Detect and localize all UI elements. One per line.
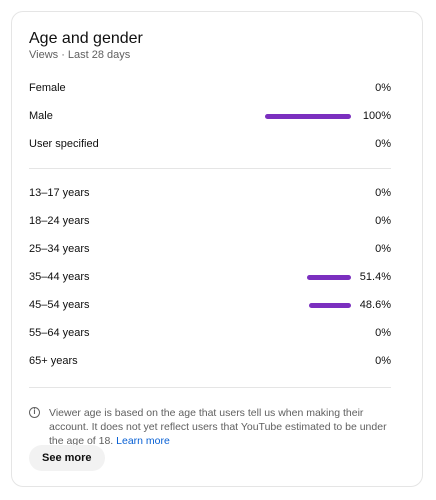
row-label: Male — [29, 110, 53, 122]
row-bar — [265, 114, 351, 119]
age-row-65-plus: 65+ years 0% — [29, 347, 391, 375]
age-row-18-24: 18–24 years 0% — [29, 207, 391, 235]
note-body: Viewer age is based on the age that user… — [49, 407, 387, 447]
age-row-55-64: 55–64 years 0% — [29, 319, 391, 347]
card-title: Age and gender — [29, 30, 143, 47]
row-label: 13–17 years — [29, 187, 90, 199]
age-gender-card: Age and gender Views · Last 28 days Fema… — [11, 11, 423, 487]
note-text: Viewer age is based on the age that user… — [49, 406, 391, 448]
info-icon: i — [29, 407, 40, 418]
row-label: 65+ years — [29, 355, 78, 367]
divider — [29, 387, 391, 388]
row-label: Female — [29, 82, 66, 94]
learn-more-link[interactable]: Learn more — [116, 435, 170, 447]
age-row-13-17: 13–17 years 0% — [29, 179, 391, 207]
row-label: 45–54 years — [29, 299, 90, 311]
gender-row-user-specified: User specified 0% — [29, 130, 391, 158]
row-value: 0% — [375, 243, 391, 255]
row-label: 55–64 years — [29, 327, 90, 339]
row-value: 0% — [375, 327, 391, 339]
age-row-25-34: 25–34 years 0% — [29, 235, 391, 263]
row-value: 100% — [362, 110, 391, 122]
row-value: 0% — [375, 187, 391, 199]
row-value: 0% — [375, 82, 391, 94]
row-value: 0% — [375, 355, 391, 367]
gender-row-female: Female 0% — [29, 74, 391, 102]
row-bar — [309, 303, 351, 308]
age-info-note: i Viewer age is based on the age that us… — [29, 406, 391, 448]
row-bar — [306, 275, 351, 280]
divider — [29, 168, 391, 169]
row-value: 0% — [375, 215, 391, 227]
row-label: 25–34 years — [29, 243, 90, 255]
row-label: 18–24 years — [29, 215, 90, 227]
row-label: User specified — [29, 138, 99, 150]
row-value: 0% — [375, 138, 391, 150]
card-subtitle: Views · Last 28 days — [29, 49, 131, 61]
gender-row-male: Male 100% — [29, 102, 391, 130]
row-label: 35–44 years — [29, 271, 90, 283]
row-value: 48.6% — [359, 299, 391, 311]
age-row-35-44: 35–44 years 51.4% — [29, 263, 391, 291]
gender-list: Female 0% Male 100% User specified 0% — [29, 74, 391, 158]
age-row-45-54: 45–54 years 48.6% — [29, 291, 391, 319]
row-value: 51.4% — [359, 271, 391, 283]
age-list: 13–17 years 0% 18–24 years 0% 25–34 year… — [29, 179, 391, 375]
see-more-button[interactable]: See more — [29, 445, 105, 471]
